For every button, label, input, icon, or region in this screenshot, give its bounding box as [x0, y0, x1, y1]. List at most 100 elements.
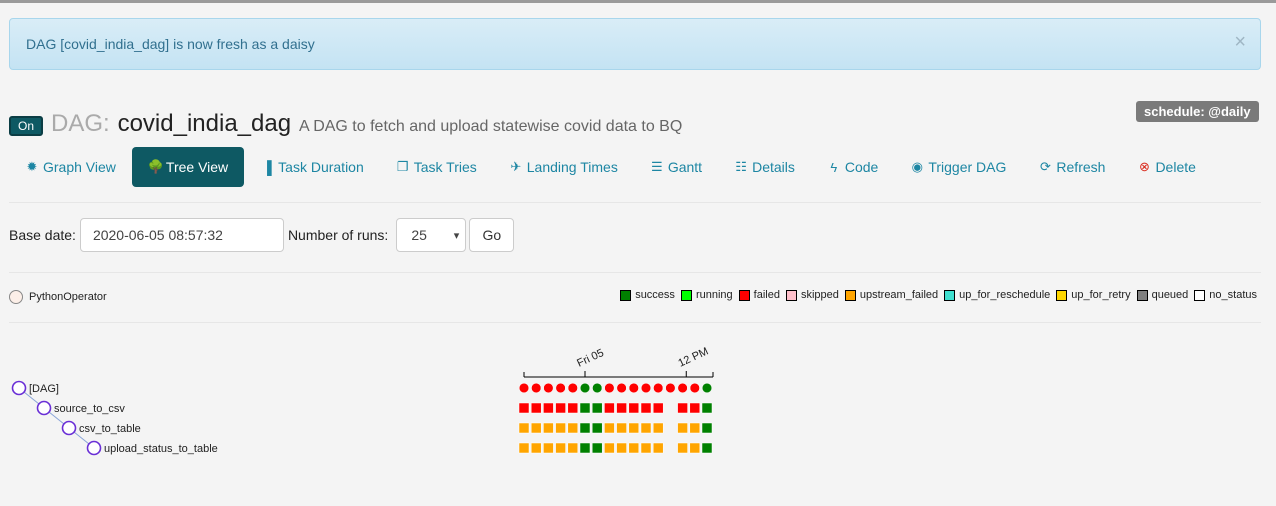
- task-instance-square[interactable]: [543, 442, 554, 454]
- task-instance-square[interactable]: [616, 442, 627, 454]
- task-instance-square[interactable]: [652, 422, 664, 434]
- task-instance-square[interactable]: [701, 442, 713, 454]
- task-instance-square[interactable]: [628, 402, 640, 414]
- dag-run-circle[interactable]: [579, 382, 591, 394]
- axis-tick-label: Fri 05: [575, 347, 606, 370]
- close-icon[interactable]: ×: [1234, 32, 1246, 52]
- dag-run-circle[interactable]: [640, 382, 652, 394]
- task-instance-square[interactable]: [579, 422, 591, 434]
- tab-task-duration[interactable]: ▐ Task Duration: [244, 147, 380, 187]
- task-instance-square[interactable]: [604, 422, 615, 434]
- task-instance-square[interactable]: [677, 422, 688, 434]
- task-instance-square[interactable]: [543, 422, 554, 434]
- tab-details[interactable]: ☷ Details: [718, 147, 811, 187]
- go-button[interactable]: Go: [469, 218, 515, 252]
- tree-node-label: upload_status_to_table: [104, 443, 218, 455]
- base-date-input[interactable]: [79, 218, 284, 252]
- tab-task-tries[interactable]: ❐ Task Tries: [380, 147, 493, 187]
- task-instance-square[interactable]: [567, 422, 579, 434]
- tab-delete[interactable]: ⊗ Delete: [1121, 147, 1211, 187]
- task-instance-square[interactable]: [555, 422, 566, 434]
- dag-run-circle[interactable]: [653, 382, 664, 394]
- status-swatch: [620, 289, 632, 301]
- task-instance-square[interactable]: [518, 422, 530, 434]
- status-label: upstream_failed: [859, 289, 939, 301]
- tree-node[interactable]: [11, 380, 27, 396]
- tab-gantt[interactable]: ☰ Gantt: [634, 147, 718, 187]
- task-instance-square[interactable]: [628, 422, 640, 434]
- task-instance-square[interactable]: [567, 442, 579, 454]
- tab-refresh[interactable]: ⟳ Refresh: [1022, 147, 1121, 187]
- tab-graph-view[interactable]: ✹ Graph View: [9, 147, 132, 187]
- dag-run-circle[interactable]: [518, 382, 530, 394]
- dag-run-circle[interactable]: [665, 382, 676, 394]
- tree-node[interactable]: [36, 400, 52, 416]
- task-instance-square[interactable]: [616, 402, 627, 414]
- tree-node[interactable]: [86, 440, 102, 456]
- task-instance-square[interactable]: [555, 402, 566, 414]
- status-swatch: [1194, 289, 1206, 301]
- task-instance-square[interactable]: [530, 442, 542, 454]
- task-instance-square[interactable]: [591, 402, 603, 414]
- play-circle-icon: ◉: [911, 159, 924, 174]
- task-instance-square[interactable]: [604, 402, 615, 414]
- legend-up-for-retry: up_for_retry: [1056, 289, 1131, 301]
- task-instance-square[interactable]: [689, 422, 701, 434]
- task-instance-square[interactable]: [640, 422, 652, 434]
- task-instance-square[interactable]: [604, 442, 615, 454]
- task-instance-square[interactable]: [518, 442, 530, 454]
- dag-run-circle[interactable]: [628, 382, 639, 394]
- dag-description: A DAG to fetch and upload statewise covi…: [298, 118, 683, 135]
- divider: [9, 322, 1261, 323]
- chevron-down-icon: ▾: [453, 229, 460, 242]
- task-instance-square[interactable]: [616, 422, 627, 434]
- dag-run-circle[interactable]: [604, 382, 615, 394]
- copy-icon: ❐: [396, 159, 409, 174]
- task-instance-square[interactable]: [628, 442, 640, 454]
- tab-label: Delete: [1155, 159, 1196, 175]
- dag-run-circle[interactable]: [689, 382, 700, 394]
- tab-tree-view[interactable]: 🌳 Tree View: [131, 147, 245, 187]
- task-instance-square[interactable]: [652, 402, 664, 414]
- dag-id: covid_india_dag: [117, 110, 292, 137]
- dag-run-circle[interactable]: [592, 382, 603, 394]
- tab-trigger-dag[interactable]: ◉ Trigger DAG: [894, 147, 1022, 187]
- task-instance-square[interactable]: [579, 442, 591, 454]
- task-instance-square[interactable]: [701, 402, 713, 414]
- dag-run-circle[interactable]: [616, 382, 627, 394]
- dag-pause-toggle[interactable]: On: [9, 116, 43, 136]
- task-instance-square[interactable]: [640, 402, 652, 414]
- legend-skipped: skipped: [785, 289, 839, 301]
- task-instance-square[interactable]: [543, 402, 554, 414]
- status-label: no_status: [1209, 289, 1257, 301]
- task-instance-square[interactable]: [530, 422, 542, 434]
- dag-run-circle[interactable]: [543, 382, 554, 394]
- dag-run-circle[interactable]: [701, 382, 713, 394]
- task-instance-square[interactable]: [677, 402, 688, 414]
- tab-label: Task Tries: [413, 159, 477, 175]
- task-instance-square[interactable]: [701, 422, 713, 434]
- task-instance-square[interactable]: [677, 442, 688, 454]
- tree-node[interactable]: [61, 420, 77, 436]
- dag-run-circle[interactable]: [677, 382, 688, 394]
- status-swatch: [738, 289, 750, 301]
- runs-select[interactable]: 25 ▾: [396, 218, 467, 252]
- task-instance-square[interactable]: [579, 402, 591, 414]
- task-instance-square[interactable]: [652, 442, 664, 454]
- task-instance-square[interactable]: [567, 402, 579, 414]
- dag-run-circle[interactable]: [531, 382, 542, 394]
- dag-run-circle[interactable]: [567, 382, 578, 394]
- task-instance-square[interactable]: [555, 442, 566, 454]
- tab-code[interactable]: ϟ Code: [811, 147, 894, 187]
- task-instance-square[interactable]: [591, 442, 603, 454]
- status-label: queued: [1151, 289, 1189, 301]
- task-instance-square[interactable]: [591, 422, 603, 434]
- task-instance-square[interactable]: [640, 442, 652, 454]
- task-instance-square[interactable]: [689, 402, 701, 414]
- task-instance-square[interactable]: [530, 402, 542, 414]
- status-label: running: [695, 289, 733, 301]
- dag-run-circle[interactable]: [555, 382, 566, 394]
- task-instance-square[interactable]: [518, 402, 530, 414]
- tab-landing-times[interactable]: ✈ Landing Times: [493, 147, 634, 187]
- task-instance-square[interactable]: [689, 442, 701, 454]
